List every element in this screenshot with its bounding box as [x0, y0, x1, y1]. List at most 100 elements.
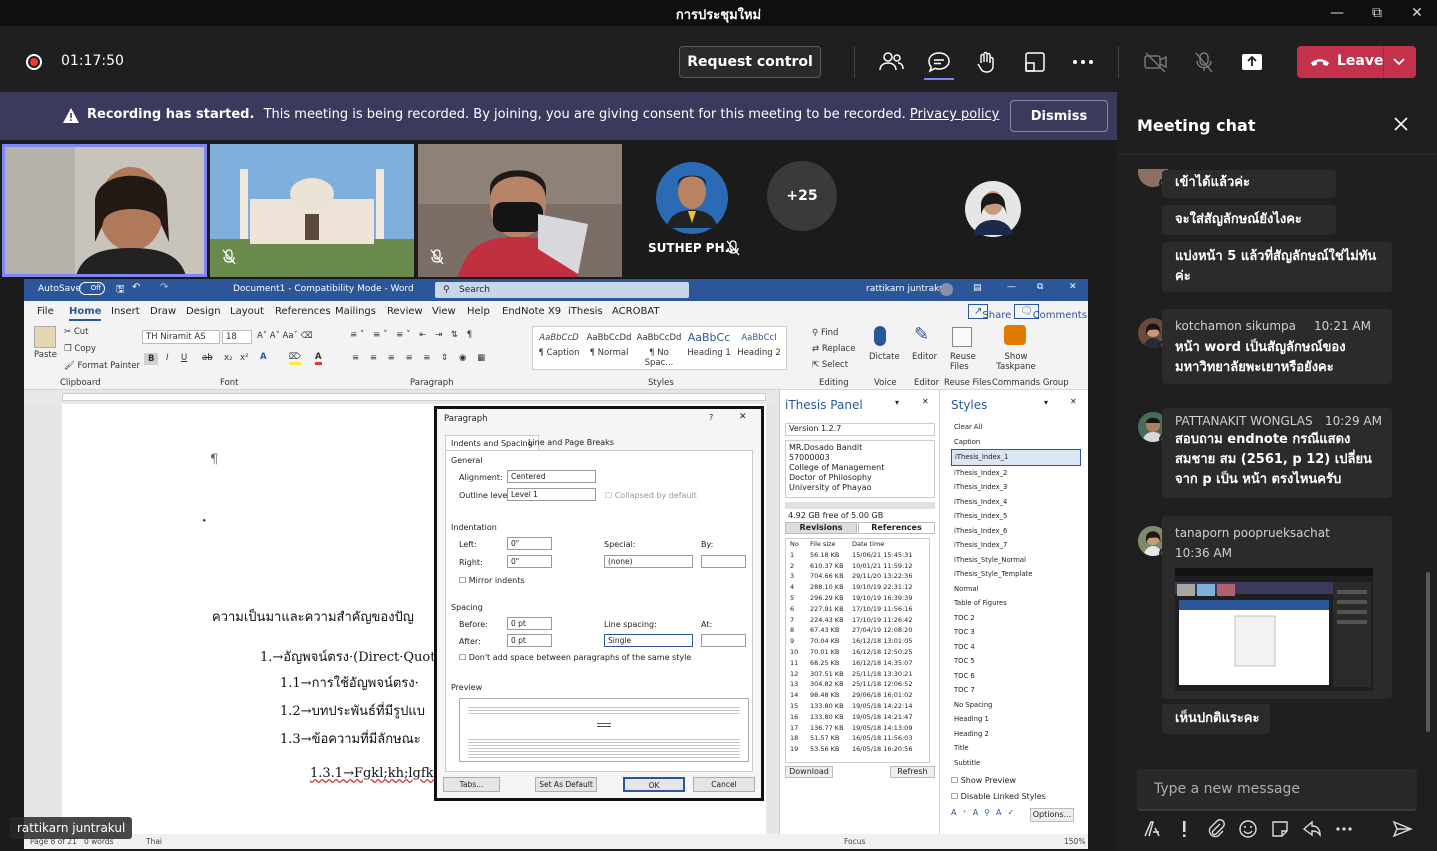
style-list-item[interactable]: Title	[951, 741, 1081, 756]
chevron-down-icon[interactable]	[1392, 57, 1406, 67]
style-heading-1[interactable]: AaBbCc Heading 1	[685, 331, 733, 358]
leave-button[interactable]: Leave	[1297, 46, 1416, 78]
dismiss-button[interactable]: Dismiss	[1010, 100, 1108, 132]
text-effects-icon[interactable]: A	[260, 352, 267, 362]
tab-indents-spacing[interactable]: Indents and Spacing	[445, 435, 539, 451]
participants-icon[interactable]	[877, 50, 905, 74]
table-row[interactable]: 9 70.04 KB 16/12/18 13:01:05	[786, 636, 929, 647]
zoom-level[interactable]: 150%	[1064, 837, 1085, 846]
table-row[interactable]: 18 51.57 KB 16/05/18 11:56:03	[786, 733, 929, 744]
request-control-button[interactable]: Request control	[679, 46, 821, 78]
restore-icon[interactable]: ⧉	[1362, 3, 1392, 23]
style-list-item[interactable]: TOC 2	[951, 611, 1081, 626]
autosave-toggle[interactable]: Off	[79, 282, 105, 295]
line-spacing-select[interactable]: Single	[604, 634, 693, 647]
style-list-item[interactable]: TOC 4	[951, 640, 1081, 655]
style-heading-2[interactable]: AaBbCcI Heading 2	[735, 333, 783, 358]
dictate-button[interactable]: Dictate	[869, 352, 900, 362]
tab-line-page-breaks[interactable]: Line and Page Breaks	[528, 438, 614, 447]
styles-gallery[interactable]: AaBbCcD ¶ Caption AaBbCcDd ¶ Normal AaBbCc…	[532, 326, 787, 370]
strikethrough-button[interactable]: ab	[202, 353, 213, 363]
style-list-item[interactable]: TOC 5	[951, 654, 1081, 669]
close-icon[interactable]: ✕	[1402, 3, 1432, 23]
table-row[interactable]: 19 53.56 KB 16/05/18 16:20:56	[786, 744, 929, 755]
set-as-default-button[interactable]: Set As Default	[535, 777, 597, 792]
loop-component-icon[interactable]	[1301, 818, 1323, 840]
align-buttons-icon[interactable]: ≡ ≡ ≡ ≡ ≡ ⇕ ◉ ▦	[352, 353, 489, 363]
format-painter-button[interactable]: 🖌 Format Painter	[64, 361, 140, 371]
paste-icon[interactable]	[34, 326, 56, 348]
ok-button[interactable]: OK	[623, 777, 685, 792]
chevron-down-icon[interactable]: ▾	[895, 398, 899, 407]
table-row[interactable]: 4 288.10 KB 19/10/19 22:31:12	[786, 582, 929, 593]
font-size-select[interactable]: 18	[222, 330, 252, 344]
chat-icon[interactable]	[925, 50, 953, 74]
video-tile-sharer[interactable]	[2, 144, 207, 277]
style-list-item[interactable]: Heading 1	[951, 712, 1081, 727]
rooms-icon[interactable]	[1021, 50, 1049, 74]
close-icon[interactable]	[1391, 114, 1411, 134]
style-caption[interactable]: AaBbCcD ¶ Caption	[535, 333, 583, 358]
at-input[interactable]	[701, 634, 746, 647]
table-row[interactable]: 16 133.80 KB 19/05/18 14:21:47	[786, 712, 929, 723]
cut-button[interactable]: ✂ Cut	[64, 327, 88, 337]
video-tile-avatar[interactable]	[876, 144, 1117, 277]
download-button[interactable]: Download	[785, 766, 833, 778]
help-icon[interactable]: ?	[709, 413, 713, 422]
table-row[interactable]: 15 133.80 KB 19/05/18 14:22:14	[786, 701, 929, 712]
style-list-item[interactable]: iThesis_Index_6	[951, 524, 1081, 539]
overflow-participants-badge[interactable]: +25	[767, 161, 837, 231]
dont-add-space-checkbox[interactable]: ☐ Don't add space between paragraphs of …	[459, 653, 691, 662]
camera-off-icon[interactable]	[1142, 50, 1170, 74]
word-search-box[interactable]: ⚲ Search	[435, 282, 689, 298]
disable-linked-checkbox[interactable]: ☐ Disable Linked Styles	[951, 792, 1046, 801]
minimize-icon[interactable]: —	[1322, 3, 1352, 23]
spacing-after-input[interactable]: 0 pt	[507, 634, 552, 647]
close-icon[interactable]: ✕	[922, 397, 929, 406]
style-list-item[interactable]: Heading 2	[951, 727, 1081, 742]
style-list-item[interactable]: iThesis_Style_Normal	[951, 553, 1081, 568]
close-icon[interactable]: ✕	[739, 412, 747, 422]
table-row[interactable]: 1 56.18 KB 15/06/21 15:45:31	[786, 550, 929, 561]
compose-box[interactable]: Type a new message	[1137, 769, 1417, 811]
style-list-item[interactable]: iThesis_Index_7	[951, 538, 1081, 553]
collapsed-checkbox[interactable]: ☐ Collapsed by default	[605, 491, 697, 500]
new-style-icons[interactable]: A⁺A⚲A✓	[951, 808, 1014, 817]
tab-draw[interactable]: Draw	[150, 306, 176, 317]
chevron-down-icon[interactable]: ▾	[1044, 398, 1048, 407]
table-row[interactable]: 10 70.01 KB 16/12/18 12:50:25	[786, 647, 929, 658]
style-list-item[interactable]: Table of Figures	[951, 596, 1081, 611]
special-select[interactable]: (none)	[604, 555, 693, 568]
video-tile-2[interactable]	[210, 144, 414, 277]
style-list-item[interactable]: Subtle Emphasis	[951, 770, 1081, 772]
close-icon[interactable]: ✕	[1070, 397, 1077, 406]
table-row[interactable]: 14 98.48 KB 29/06/18 16:01:02	[786, 690, 929, 701]
options-button[interactable]: Options...	[1030, 808, 1074, 822]
style-list-item[interactable]: iThesis_Index_4	[951, 495, 1081, 510]
video-tile-3[interactable]	[418, 144, 622, 277]
table-row[interactable]: 17 136.77 KB 19/05/18 14:13:09	[786, 723, 929, 734]
attach-icon[interactable]	[1205, 818, 1227, 840]
send-icon[interactable]	[1391, 818, 1413, 840]
table-row[interactable]: 11 68.25 KB 16/12/18 14:35:07	[786, 658, 929, 669]
comments-button[interactable]: 🗨 Comments	[1014, 304, 1087, 321]
style-list-item[interactable]: No Spacing	[951, 698, 1081, 713]
sticker-icon[interactable]	[1269, 818, 1291, 840]
table-row[interactable]: 6 227.91 KB 17/10/19 11:56:16	[786, 604, 929, 615]
focus-button[interactable]: Focus	[844, 837, 865, 846]
table-row[interactable]: 7 224.43 KB 17/10/19 11:26:42	[786, 615, 929, 626]
undo-icon[interactable]: ↶	[132, 282, 140, 293]
highlight-icon[interactable]: ⌦	[289, 352, 302, 365]
privacy-policy-link[interactable]: Privacy policy	[910, 107, 999, 122]
tabs-button[interactable]: Tabs...	[443, 777, 500, 792]
style-list-item[interactable]: TOC 3	[951, 625, 1081, 640]
show-taskpane-button[interactable]: Show Taskpane	[994, 352, 1038, 372]
italic-button[interactable]: I	[166, 353, 169, 363]
save-icon[interactable]: 🖫	[116, 282, 125, 299]
ribbon-display-icon[interactable]: ▤	[973, 283, 982, 293]
style-list-item[interactable]: TOC 6	[951, 669, 1081, 684]
style-list-item[interactable]: iThesis_Style_Template	[951, 567, 1081, 582]
share-tray-icon[interactable]	[1238, 50, 1266, 74]
tab-ithesis[interactable]: iThesis	[568, 306, 603, 317]
bold-button[interactable]: B	[144, 353, 159, 365]
